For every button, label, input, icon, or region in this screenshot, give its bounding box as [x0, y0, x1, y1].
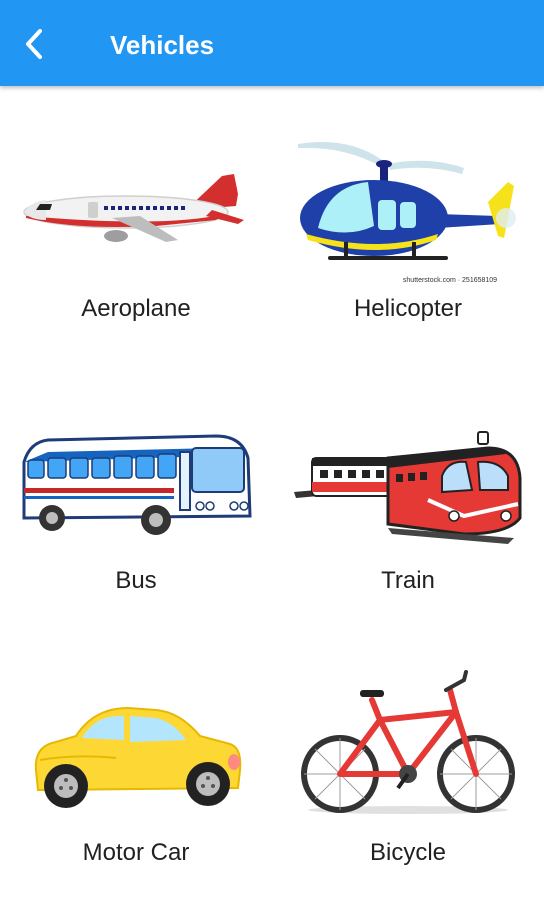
vehicle-label: Train [381, 567, 435, 594]
vehicle-tile-motor-car[interactable]: Motor Car [0, 630, 272, 902]
page-title: Vehicles [110, 30, 215, 60]
train-icon [294, 431, 522, 544]
image-credit: shutterstock.com · 251658109 [403, 277, 497, 284]
vehicle-tile-train[interactable]: Train [272, 358, 544, 630]
helicopter-icon: shutterstock.com · 251658109 [298, 142, 516, 284]
vehicle-label: Bicycle [369, 839, 447, 866]
vehicle-tile-bus[interactable]: Bus [0, 358, 272, 630]
bicycle-icon [301, 670, 515, 814]
vehicle-tile-bicycle[interactable]: Bicycle [272, 630, 544, 902]
vehicle-label: Motor Car [82, 839, 190, 866]
vehicle-label: Helicopter [353, 295, 463, 322]
app-bar: Vehicles [0, 0, 544, 86]
vehicle-label: Aeroplane [81, 295, 191, 322]
bus-icon [22, 434, 252, 535]
aeroplane-icon [23, 174, 244, 242]
car-icon [34, 706, 242, 808]
vehicle-tile-aeroplane[interactable]: Aeroplane [0, 86, 272, 358]
arrow-back-icon [26, 29, 42, 59]
vehicle-label: Bus [115, 567, 157, 594]
vehicle-tile-helicopter[interactable]: shutterstock.com · 251658109 Helicopter [272, 86, 544, 358]
back-button[interactable] [14, 24, 54, 64]
vehicle-grid: Aeroplane shutterstock.com · 251658109 H… [0, 86, 544, 920]
